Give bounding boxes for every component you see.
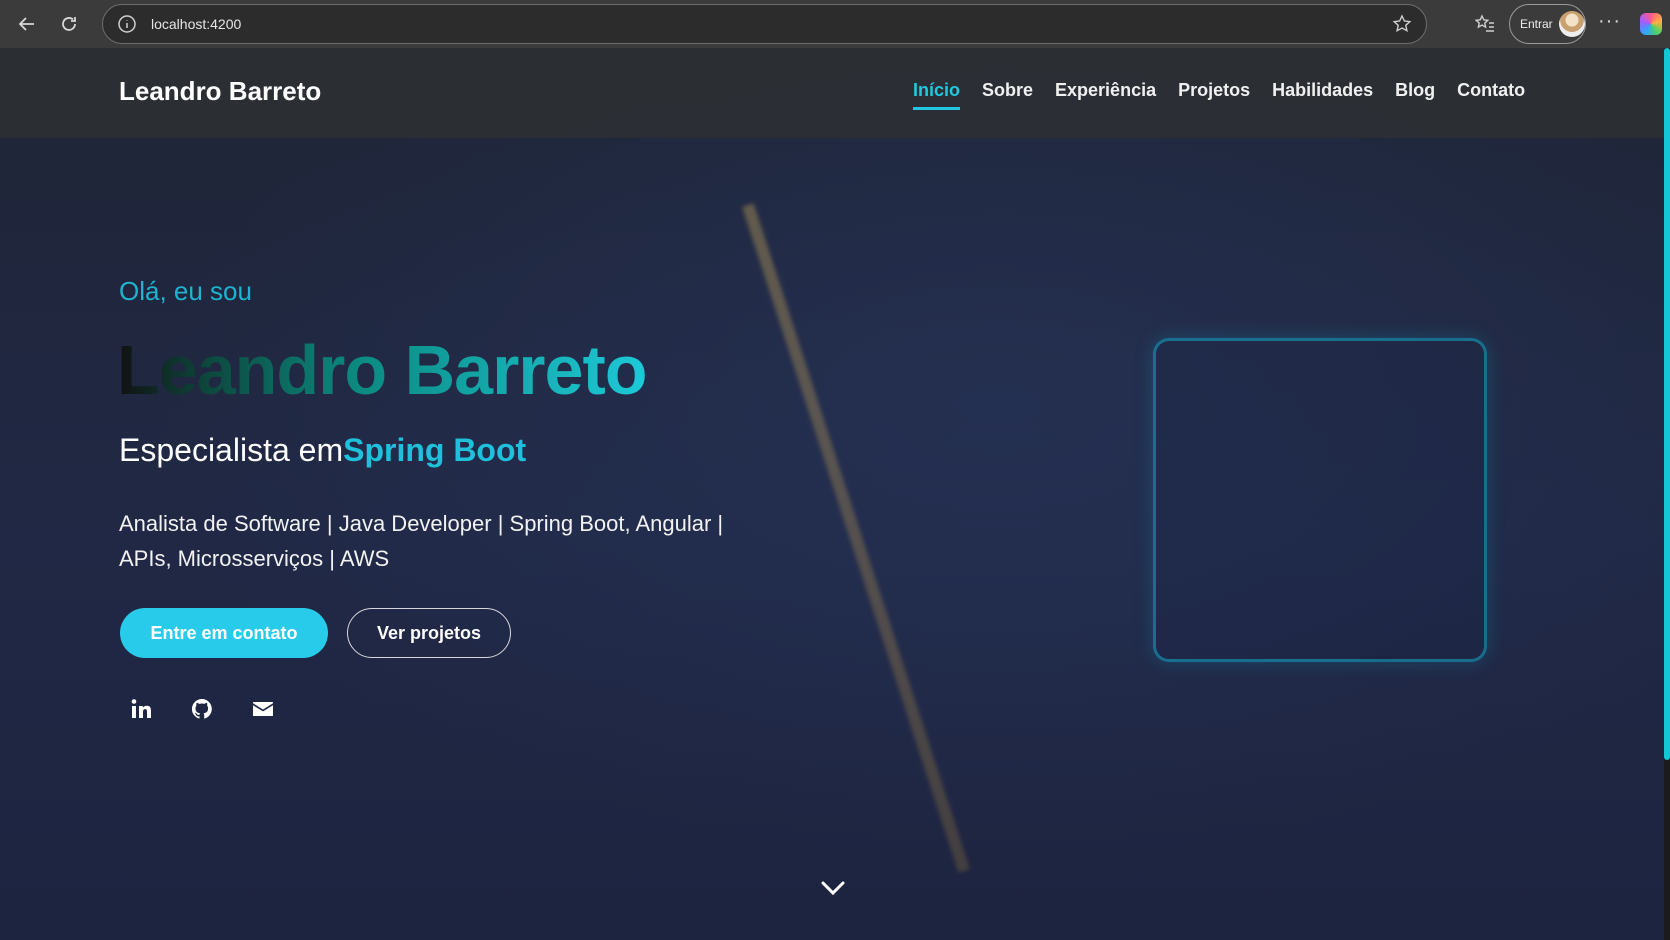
- view-projects-button[interactable]: Ver projetos: [347, 608, 511, 658]
- copilot-icon[interactable]: [1640, 13, 1662, 35]
- nav-item-contato[interactable]: Contato: [1457, 80, 1525, 107]
- github-icon[interactable]: [189, 696, 215, 722]
- nav-item-projetos[interactable]: Projetos: [1178, 80, 1250, 107]
- decorative-card-frame: [1153, 338, 1487, 662]
- nav-item-blog[interactable]: Blog: [1395, 80, 1435, 107]
- nav-item-sobre[interactable]: Sobre: [982, 80, 1033, 107]
- hero-name: Leandro Barreto: [117, 331, 648, 409]
- linkedin-icon[interactable]: [128, 696, 154, 722]
- scrollbar-thumb[interactable]: [1664, 48, 1670, 760]
- profile-button[interactable]: Entrar: [1509, 4, 1586, 44]
- site-brand[interactable]: Leandro Barreto: [119, 76, 321, 107]
- page-scrollbar[interactable]: [1664, 48, 1670, 940]
- nav-item-habilidades[interactable]: Habilidades: [1272, 80, 1373, 107]
- scroll-down-chevron-icon[interactable]: [818, 876, 848, 900]
- profile-label: Entrar: [1520, 17, 1553, 31]
- contact-button[interactable]: Entre em contato: [120, 608, 328, 658]
- nav-item-experiencia[interactable]: Experiência: [1055, 80, 1156, 107]
- browser-toolbar: localhost:4200 Entrar ···: [0, 0, 1670, 48]
- nav-item-inicio[interactable]: Início: [913, 80, 961, 110]
- hero-greeting: Olá, eu sou: [119, 276, 252, 306]
- main-nav: Início Sobre Experiência Projetos Habili…: [913, 80, 1547, 110]
- avatar: [1558, 11, 1585, 37]
- reload-button[interactable]: [54, 9, 84, 39]
- hero-headline: Especialista emSpring Boot: [119, 432, 526, 469]
- favorites-list-icon[interactable]: [1474, 13, 1496, 35]
- url-text[interactable]: localhost:4200: [151, 16, 241, 32]
- site-info-icon[interactable]: [117, 14, 137, 34]
- headline-prefix: Especialista em: [119, 432, 344, 468]
- site-header: Leandro Barreto Início Sobre Experiência…: [0, 48, 1664, 138]
- email-icon[interactable]: [250, 696, 276, 722]
- hero-summary: Analista de Software | Java Developer | …: [119, 511, 724, 571]
- favorite-star-icon[interactable]: [1392, 14, 1412, 34]
- headline-accent: Spring Boot: [343, 432, 527, 468]
- more-options-icon[interactable]: ···: [1598, 10, 1621, 33]
- page-viewport: Leandro Barreto Início Sobre Experiência…: [0, 48, 1664, 940]
- back-button[interactable]: [12, 9, 42, 39]
- address-bar[interactable]: localhost:4200: [102, 4, 1427, 44]
- social-links: [128, 696, 311, 722]
